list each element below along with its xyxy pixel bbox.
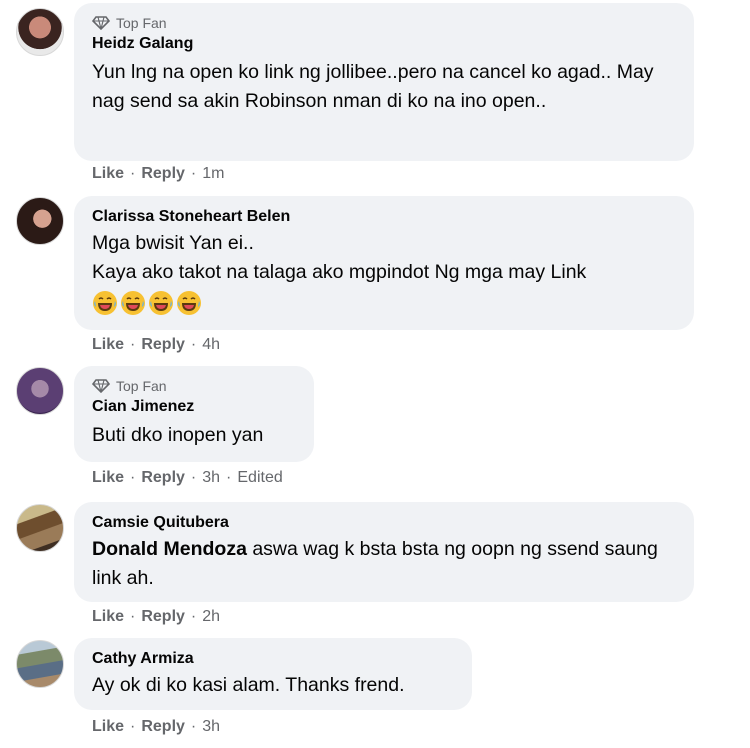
comment-timestamp[interactable]: 1m	[202, 165, 224, 183]
badge-label: Top Fan	[116, 378, 167, 394]
comment-actions: Like · Reply · 1m	[92, 164, 224, 184]
diamond-icon	[92, 379, 110, 393]
top-fan-badge: Top Fan	[92, 14, 676, 32]
laughing-crying-emoji	[93, 291, 117, 315]
comment-bubble: Clarissa Stoneheart Belen Mga bwisit Yan…	[74, 196, 694, 330]
avatar[interactable]	[16, 367, 64, 415]
top-fan-badge: Top Fan	[92, 377, 296, 395]
separator: ·	[190, 165, 197, 182]
avatar[interactable]	[16, 504, 64, 552]
comment-timestamp[interactable]: 3h	[202, 718, 220, 736]
separator: ·	[190, 718, 197, 735]
comment-timestamp[interactable]: 4h	[202, 336, 220, 354]
comment-actions: Like · Reply · 3h · Edited	[92, 468, 283, 488]
reply-link[interactable]: Reply	[141, 336, 185, 354]
separator: ·	[130, 608, 136, 625]
separator: ·	[190, 336, 197, 353]
laughing-crying-emoji	[149, 291, 173, 315]
separator: ·	[226, 469, 232, 486]
comment-author[interactable]: Camsie Quitubera	[92, 513, 676, 533]
comment-author[interactable]: Clarissa Stoneheart Belen	[92, 207, 676, 227]
like-link[interactable]: Like	[92, 165, 124, 183]
separator: ·	[130, 718, 136, 735]
badge-label: Top Fan	[116, 15, 167, 31]
like-link[interactable]: Like	[92, 608, 124, 626]
laughing-crying-emoji	[177, 291, 201, 315]
separator: ·	[190, 608, 197, 625]
avatar[interactable]	[16, 8, 64, 56]
comment-text: Ay ok di ko kasi alam. Thanks frend.	[92, 674, 405, 696]
emoji-row	[92, 290, 676, 316]
reply-link[interactable]: Reply	[141, 718, 185, 736]
separator: ·	[130, 165, 136, 182]
like-link[interactable]: Like	[92, 718, 124, 736]
comment-text: Buti dko inopen yan	[92, 424, 264, 446]
separator: ·	[190, 469, 197, 486]
comment-text: Yun lng na open ko link ng jollibee..per…	[92, 61, 654, 112]
avatar[interactable]	[16, 640, 64, 688]
diamond-icon	[92, 16, 110, 30]
comment-actions: Like · Reply · 4h	[92, 335, 220, 355]
comment-text: Mga bwisit Yan ei.. Kaya ako takot na ta…	[92, 232, 587, 283]
comment-bubble: Camsie Quitubera Donald Mendoza aswa wag…	[74, 502, 694, 602]
comment-bubble: Top Fan Heidz Galang Yun lng na open ko …	[74, 3, 694, 161]
comment-bubble: Top Fan Cian Jimenez Buti dko inopen yan	[74, 366, 314, 462]
like-link[interactable]: Like	[92, 336, 124, 354]
reply-link[interactable]: Reply	[141, 469, 185, 487]
comment-author[interactable]: Cathy Armiza	[92, 649, 454, 669]
like-link[interactable]: Like	[92, 469, 124, 487]
comment-actions: Like · Reply · 3h	[92, 717, 220, 737]
reply-link[interactable]: Reply	[141, 608, 185, 626]
comment-actions: Like · Reply · 2h	[92, 607, 220, 627]
mention-link[interactable]: Donald Mendoza	[92, 538, 247, 560]
comment-text: Donald Mendoza aswa wag k bsta bsta ng o…	[92, 535, 676, 593]
laughing-crying-emoji	[121, 291, 145, 315]
comment-author[interactable]: Heidz Galang	[92, 34, 676, 54]
edited-label: Edited	[237, 469, 283, 486]
reply-link[interactable]: Reply	[141, 165, 185, 183]
comment-timestamp[interactable]: 2h	[202, 608, 220, 626]
avatar[interactable]	[16, 197, 64, 245]
comment-bubble: Cathy Armiza Ay ok di ko kasi alam. Than…	[74, 638, 472, 710]
separator: ·	[130, 336, 136, 353]
comment-timestamp[interactable]: 3h	[202, 469, 220, 487]
comment-author[interactable]: Cian Jimenez	[92, 397, 296, 417]
separator: ·	[130, 469, 136, 486]
